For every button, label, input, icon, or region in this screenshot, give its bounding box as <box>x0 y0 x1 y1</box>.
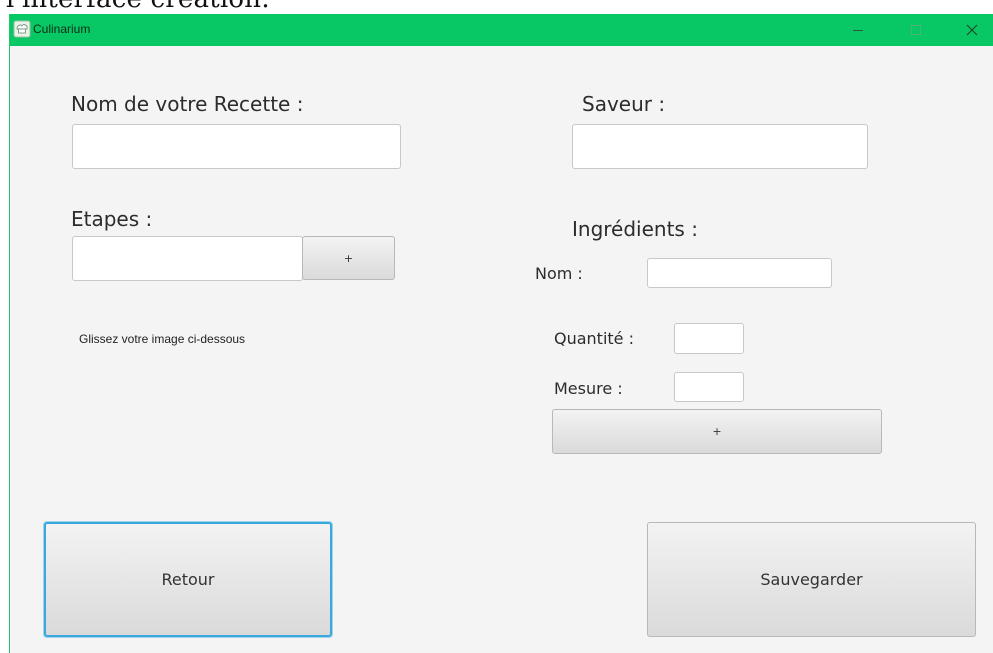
ingredient-name-label: Nom : <box>535 264 583 283</box>
quantity-label: Quantité : <box>554 329 634 348</box>
quantity-input[interactable] <box>674 323 744 354</box>
image-drop-hint: Glissez votre image ci-dessous <box>79 332 246 346</box>
back-button[interactable]: Retour <box>44 522 332 637</box>
save-button[interactable]: Sauvegarder <box>647 522 976 637</box>
ingredients-heading: Ingrédients : <box>572 217 698 241</box>
page-caption: l'interface création: <box>6 0 270 14</box>
title-bar[interactable]: Culinarium <box>10 14 993 46</box>
add-step-button[interactable]: + <box>302 236 395 280</box>
flavor-input[interactable] <box>572 124 868 169</box>
close-button[interactable] <box>949 14 993 46</box>
recipe-name-label: Nom de votre Recette : <box>71 92 304 116</box>
minimize-icon <box>852 24 864 36</box>
measure-input[interactable] <box>674 372 744 402</box>
recipe-name-input[interactable] <box>72 124 401 169</box>
minimize-button[interactable] <box>835 14 881 46</box>
maximize-button[interactable] <box>893 14 939 46</box>
steps-input[interactable] <box>72 236 303 281</box>
flavor-label: Saveur : <box>582 92 666 116</box>
close-icon <box>966 24 978 36</box>
ingredient-name-input[interactable] <box>647 258 832 288</box>
app-window: Culinarium Nom de votre Recette : Saveur… <box>9 14 993 653</box>
add-ingredient-button[interactable]: + <box>552 409 882 454</box>
maximize-icon <box>910 24 922 36</box>
steps-label: Etapes : <box>71 207 153 231</box>
window-title: Culinarium <box>33 22 91 36</box>
chef-hat-icon <box>13 20 31 38</box>
measure-label: Mesure : <box>554 379 623 398</box>
